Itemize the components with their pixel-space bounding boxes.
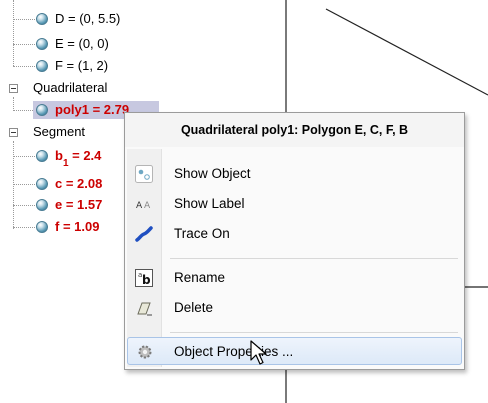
tree-connector xyxy=(13,44,35,45)
show-object-icon xyxy=(135,165,153,183)
tree-connector xyxy=(13,0,14,66)
tree-connector xyxy=(13,97,14,111)
svg-text:A: A xyxy=(144,201,151,211)
tree-connector xyxy=(13,156,35,157)
visibility-toggle-icon[interactable] xyxy=(36,13,48,25)
menu-item-show-label[interactable]: AA Show Label xyxy=(127,190,462,218)
segment-label: f = 1.09 xyxy=(55,219,100,234)
group-label: Quadrilateral xyxy=(33,80,108,95)
svg-text:A: A xyxy=(136,201,143,211)
tree-connector xyxy=(13,66,35,67)
visibility-toggle-icon[interactable] xyxy=(36,38,48,50)
menu-item-show-object[interactable]: Show Object xyxy=(127,160,462,188)
gear-icon xyxy=(136,343,154,361)
menu-item-trace-on[interactable]: Trace On xyxy=(127,220,462,248)
collapse-toggle-icon[interactable] xyxy=(9,128,18,137)
tree-connector xyxy=(13,227,35,228)
menu-item-delete[interactable]: Delete xyxy=(127,294,462,322)
eraser-icon xyxy=(135,299,153,317)
menu-item-label: Show Label xyxy=(174,196,245,211)
poly1-label: poly1 = 2.79 xyxy=(55,102,130,117)
collapse-toggle-icon[interactable] xyxy=(9,84,18,93)
point-label: E = (0, 0) xyxy=(55,36,109,51)
mouse-pointer-icon xyxy=(250,340,270,368)
segment-label: b1 = 2.4 xyxy=(55,148,102,169)
segment-label: c = 2.08 xyxy=(55,176,103,191)
svg-text:b: b xyxy=(142,273,151,287)
show-label-icon: AA xyxy=(135,195,153,213)
menu-item-rename[interactable]: ab Rename xyxy=(127,264,462,292)
polygon-edge-line xyxy=(325,8,488,96)
tree-connector xyxy=(13,141,14,229)
tree-connector xyxy=(13,205,35,206)
visibility-toggle-icon[interactable] xyxy=(36,150,48,162)
trace-icon xyxy=(135,225,153,243)
menu-item-label: Show Object xyxy=(174,166,251,181)
visibility-toggle-icon[interactable] xyxy=(36,221,48,233)
visibility-toggle-icon[interactable] xyxy=(36,178,48,190)
tree-connector xyxy=(13,110,35,111)
menu-item-label: Trace On xyxy=(174,226,230,241)
visibility-toggle-icon[interactable] xyxy=(36,199,48,211)
point-label: F = (1, 2) xyxy=(55,58,109,73)
menu-item-label: Delete xyxy=(174,300,214,315)
tree-connector xyxy=(13,19,35,20)
tree-connector xyxy=(13,184,35,185)
visibility-toggle-icon[interactable] xyxy=(36,104,48,116)
context-menu: Quadrilateral poly1: Polygon E, C, F, B … xyxy=(124,112,465,370)
menu-item-object-properties[interactable]: Object Properties ... xyxy=(127,337,462,365)
menu-item-label: Rename xyxy=(174,270,226,285)
rename-icon: ab xyxy=(135,269,153,287)
visibility-toggle-icon[interactable] xyxy=(36,60,48,72)
menu-item-label: Object Properties ... xyxy=(174,344,294,359)
menu-separator xyxy=(170,258,458,259)
menu-separator xyxy=(170,332,458,333)
segment-label: e = 1.57 xyxy=(55,197,103,212)
group-label: Segment xyxy=(33,124,86,139)
context-menu-title: Quadrilateral poly1: Polygon E, C, F, B xyxy=(125,113,464,147)
point-label: D = (0, 5.5) xyxy=(55,11,121,26)
